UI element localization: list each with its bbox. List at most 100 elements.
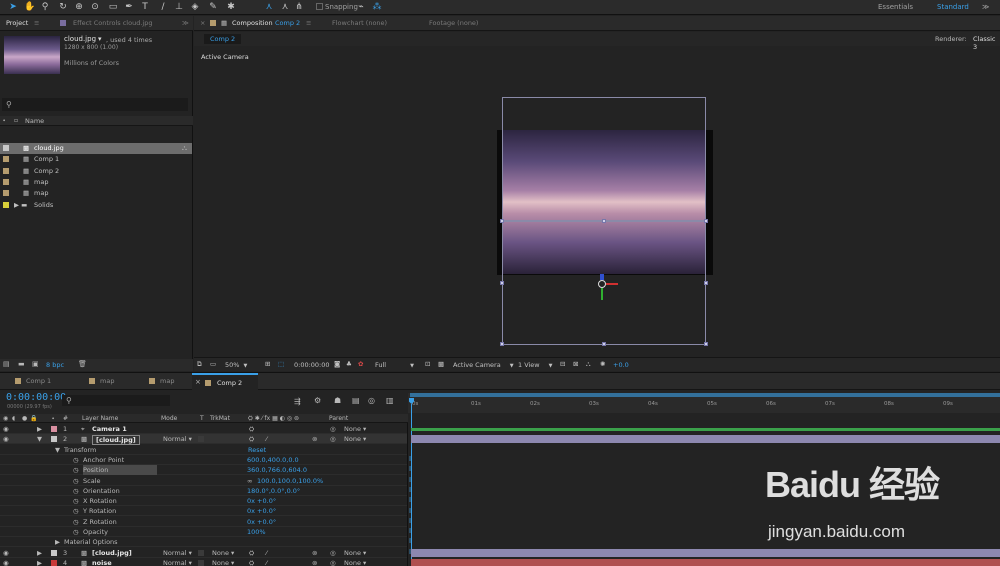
tab-effect-controls[interactable]: Effect Controls cloud.jpg xyxy=(73,19,152,27)
reset-exposure-icon[interactable]: ✺ xyxy=(600,360,605,368)
property-row[interactable]: ◷ Scale ∞ 100.0,100.0,100.0% xyxy=(0,476,408,486)
property-row[interactable]: ◷ X Rotation 0x +0.0° xyxy=(0,496,408,507)
snapping-checkbox[interactable] xyxy=(316,3,323,10)
parent-dropdown[interactable]: None ▾ xyxy=(344,424,366,434)
project-item[interactable]: ▦ Comp 1 xyxy=(0,154,192,165)
layer-row[interactable]: ◉ ▼ 2 ▩ [cloud.jpg] Normal ▾ ⛭ ⁄ ⊚ ◎ None ▾ xyxy=(0,434,408,446)
layer-row[interactable]: ◉ ▶ 1 ⌖ Camera 1 ⛭ ◎ None ▾ xyxy=(0,424,408,434)
video-visibility-icon[interactable]: ◉ xyxy=(3,548,9,558)
name-column-header[interactable]: Name xyxy=(25,117,44,125)
view-axis-icon[interactable]: ⋔ xyxy=(294,2,304,12)
fast-preview-icon[interactable]: ⊡ xyxy=(425,360,430,368)
roto-brush-tool-icon[interactable]: ✎ xyxy=(208,2,218,12)
label-swatch[interactable] xyxy=(3,178,9,185)
renderer-value[interactable]: Classic 3 xyxy=(973,35,1000,51)
label-swatch[interactable] xyxy=(3,156,9,163)
camera-orbit-tool-icon[interactable]: ⊕ xyxy=(74,2,84,12)
toggle-pixel-aspect-icon[interactable]: ⊟ xyxy=(560,360,565,368)
transform-handle[interactable] xyxy=(500,342,504,346)
close-tab-icon[interactable]: × xyxy=(195,378,201,386)
3d-layer-switch-icon[interactable]: ⊚ xyxy=(312,434,317,444)
layer-duration-bar[interactable] xyxy=(411,435,1000,444)
stopwatch-icon[interactable]: ◷ xyxy=(73,496,79,506)
pan-behind-tool-icon[interactable]: ⊙ xyxy=(90,2,100,12)
quality-switch-icon[interactable]: ⁄ xyxy=(266,434,267,444)
keyframe-marker-icon[interactable]: I xyxy=(409,465,411,473)
toggle-3d-view-icon[interactable]: ⊠ xyxy=(573,360,578,368)
world-axis-icon[interactable]: ⋏ xyxy=(280,2,290,12)
trkmat-dropdown[interactable]: None ▾ xyxy=(212,558,234,566)
stopwatch-icon[interactable]: ◷ xyxy=(73,455,79,465)
camera-dropdown[interactable]: Active Camera ▼ xyxy=(453,361,514,369)
property-value[interactable]: 100% xyxy=(247,527,266,537)
comp-tab-menu-icon[interactable]: ≡ xyxy=(306,19,311,27)
project-item[interactable]: ▩ cloud.jpg xyxy=(0,143,192,154)
parent-dropdown[interactable]: None ▾ xyxy=(344,434,366,444)
motion-blur-icon[interactable]: ◎ xyxy=(368,396,375,405)
property-value[interactable]: 0x +0.0° xyxy=(247,506,276,516)
close-tab-icon[interactable]: × xyxy=(200,19,205,27)
transform-handle[interactable] xyxy=(500,219,504,223)
shy-layers-icon[interactable]: ☗ xyxy=(334,396,341,405)
always-preview-icon[interactable]: ⧉ xyxy=(197,360,202,369)
hand-tool-icon[interactable]: ✋ xyxy=(24,2,35,12)
transform-handle[interactable] xyxy=(704,342,708,346)
draft-3d-icon[interactable]: ⚙ xyxy=(314,396,321,405)
rectangle-tool-icon[interactable]: ▭ xyxy=(108,2,118,12)
layer-duration-bar[interactable] xyxy=(411,558,1000,566)
layer-label-swatch[interactable] xyxy=(51,559,57,566)
blend-mode-dropdown[interactable]: Normal ▾ xyxy=(163,558,192,566)
layer-label-swatch[interactable] xyxy=(51,549,57,556)
layer-row[interactable]: ◉ ▶ 4 ▩ noise Normal ▾ None ▾ ⛭ ⁄ ⊚ ◎ None ▾ xyxy=(0,558,408,566)
layer-label-swatch[interactable] xyxy=(51,426,57,432)
transform-handle[interactable] xyxy=(602,342,606,346)
comp-mini-flowchart-icon[interactable]: ⇶ xyxy=(294,397,301,406)
bit-depth-button[interactable]: 8 bpc xyxy=(46,361,64,369)
stopwatch-icon[interactable]: ◷ xyxy=(73,476,79,486)
preserve-transparency-checkbox[interactable] xyxy=(198,559,204,566)
workspace-menu-icon[interactable]: ≫ xyxy=(982,3,989,11)
project-item[interactable]: ▶ ▬ Solids xyxy=(0,200,192,211)
tab-composition[interactable]: Composition xyxy=(232,19,273,27)
keyframe-marker-icon[interactable]: I xyxy=(409,455,411,463)
pen-tool-icon[interactable]: ✒ xyxy=(124,2,134,12)
property-value[interactable]: 0x +0.0° xyxy=(247,496,276,506)
preserve-transparency-checkbox[interactable] xyxy=(198,549,204,556)
frame-blending-icon[interactable]: ▤ xyxy=(352,396,360,405)
keyframe-marker-icon[interactable]: I xyxy=(409,537,411,545)
timeline-tab[interactable]: map xyxy=(86,373,142,390)
transform-group-row[interactable]: ▼ Transform Reset xyxy=(0,445,408,455)
layer-name[interactable]: [cloud.jpg] xyxy=(92,548,132,558)
property-row[interactable]: ◷ Z Rotation 0x +0.0° xyxy=(0,517,408,527)
property-value[interactable]: 360.0,766.0,604.0 xyxy=(247,465,307,475)
transparency-grid-icon[interactable]: ▩ xyxy=(438,360,444,368)
workspace-essentials[interactable]: Essentials xyxy=(878,3,913,11)
layer-label-swatch[interactable] xyxy=(51,436,57,443)
graph-editor-icon[interactable]: ▥ xyxy=(386,396,394,405)
tab-flowchart[interactable]: Flowchart (none) xyxy=(332,19,387,27)
y-axis-arrow-icon[interactable] xyxy=(601,288,603,300)
stopwatch-icon[interactable]: ◷ xyxy=(73,506,79,516)
anchor-point-icon[interactable] xyxy=(598,280,606,288)
workspace-standard[interactable]: Standard xyxy=(937,3,969,11)
timeline-search-input[interactable]: ⚲ xyxy=(62,395,170,406)
shy-switch-icon[interactable]: ⛭ xyxy=(249,548,254,558)
blend-mode-dropdown[interactable]: Normal ▾ xyxy=(163,548,192,558)
project-item[interactable]: ▦ map xyxy=(0,177,192,188)
parent-pickwhip-icon[interactable]: ◎ xyxy=(330,424,336,434)
property-row[interactable]: ◷ Opacity 100% xyxy=(0,527,408,537)
show-snapshot-icon[interactable]: ♣ xyxy=(346,360,352,368)
tab-menu-icon[interactable]: ≡ xyxy=(34,19,39,27)
puppet-pin-tool-icon[interactable]: ✱ xyxy=(226,2,236,12)
property-row[interactable]: ◷ Anchor Point 600.0,400.0,0.0 xyxy=(0,455,408,465)
reset-link[interactable]: Reset xyxy=(248,445,266,455)
layer-duration-bar[interactable] xyxy=(411,548,1000,557)
viewer-timecode[interactable]: 0:00:00:00 xyxy=(294,361,330,369)
label-swatch[interactable] xyxy=(3,167,9,174)
snap-option-icon[interactable]: ⌁ xyxy=(356,2,366,12)
text-tool-icon[interactable]: T xyxy=(140,2,150,12)
expand-arrow-icon[interactable]: ▶ xyxy=(55,537,60,547)
interpret-footage-icon[interactable]: ▤ xyxy=(3,360,10,368)
label-swatch[interactable] xyxy=(3,145,9,151)
keyframe-marker-icon[interactable]: I xyxy=(409,548,411,556)
